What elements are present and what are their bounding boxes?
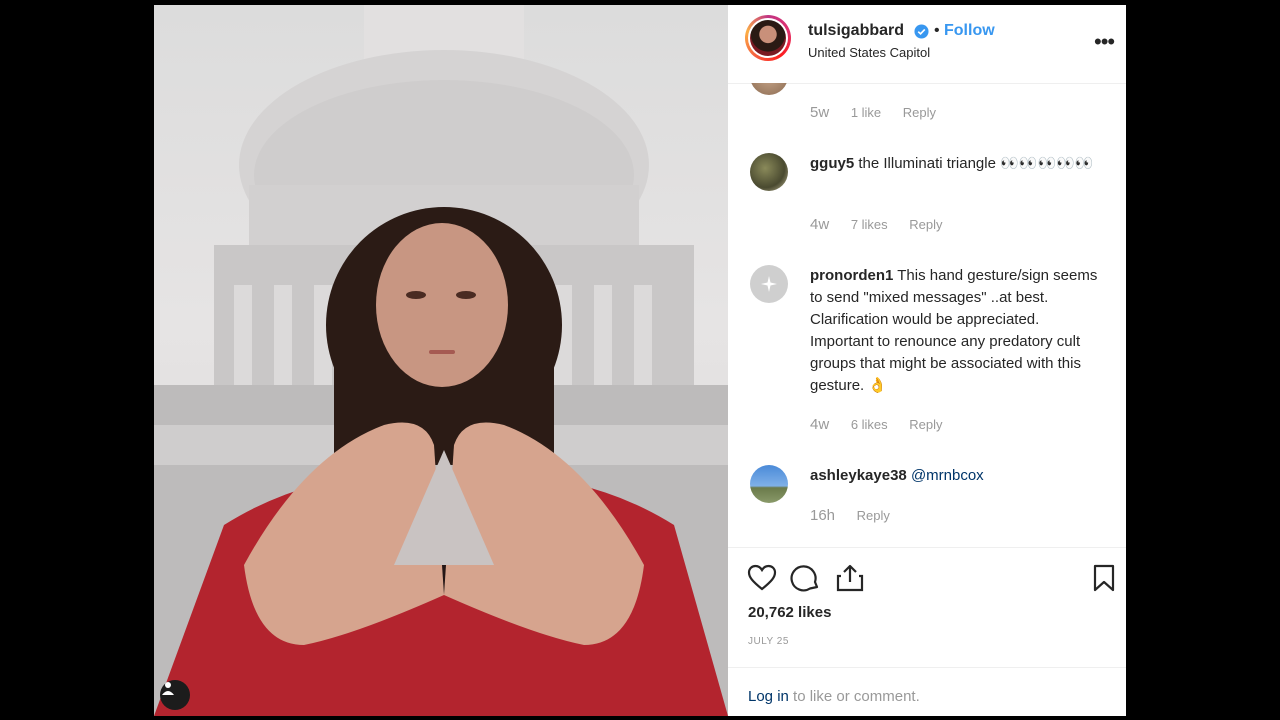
user-tag-button[interactable]: [160, 680, 190, 710]
login-prompt: Log in to like or comment.: [748, 688, 920, 705]
reply-button[interactable]: Reply: [857, 508, 890, 523]
reply-button[interactable]: Reply: [903, 105, 936, 120]
comment-text: gguy5 the Illuminati triangle 👀👀👀👀👀: [810, 153, 1100, 175]
comment-time: 4w: [810, 416, 830, 433]
comment-time: 5w: [810, 104, 830, 121]
commenter-avatar[interactable]: [750, 153, 788, 191]
reply-button[interactable]: Reply: [909, 417, 942, 432]
comment-likes[interactable]: 1 like: [851, 105, 881, 120]
login-bar: Log in to like or comment.: [728, 667, 1126, 716]
post-side-panel: tulsigabbard • Follow United States Capi…: [728, 5, 1126, 716]
separator-dot: •: [934, 22, 940, 39]
post-photo[interactable]: [154, 5, 728, 716]
commenter-avatar[interactable]: [750, 83, 788, 95]
photo-illustration: [154, 5, 728, 716]
follow-button[interactable]: Follow: [944, 22, 995, 40]
commenter-avatar[interactable]: [750, 465, 788, 503]
comment-time: 4w: [810, 216, 830, 233]
more-options-icon[interactable]: •••: [1094, 29, 1115, 55]
comment-text: ashleykaye38 @mrnbcox: [810, 465, 1100, 487]
comment-meta: 16h Reply: [810, 507, 908, 524]
login-prompt-rest: to like or comment.: [788, 688, 920, 705]
commenter-username[interactable]: ashleykaye38: [810, 467, 907, 484]
comment-meta: 5w 1 like Reply: [810, 104, 954, 121]
post-date[interactable]: JULY 25: [748, 636, 789, 647]
commenter-avatar[interactable]: [750, 265, 788, 303]
comment-likes[interactable]: 7 likes: [851, 217, 888, 232]
post-actions: 20,762 likes JULY 25: [728, 547, 1126, 668]
verified-badge-icon: [914, 24, 929, 39]
likes-count[interactable]: 20,762 likes: [748, 604, 831, 621]
user-tag-icon: [162, 682, 174, 695]
reply-button[interactable]: Reply: [909, 217, 942, 232]
commenter-username[interactable]: gguy5: [810, 155, 854, 172]
default-avatar-icon: [761, 276, 777, 292]
comment-time: 16h: [810, 507, 836, 524]
comment-body: This hand gesture/sign seems to send "mi…: [810, 267, 1098, 394]
comment-likes[interactable]: 6 likes: [851, 417, 888, 432]
bookmark-icon[interactable]: [1088, 562, 1120, 594]
heart-icon[interactable]: [746, 562, 778, 594]
comment-mention[interactable]: @mrnbcox: [911, 467, 984, 484]
comment-icon[interactable]: [790, 562, 822, 594]
comment-body: the Illuminati triangle 👀👀👀👀👀: [858, 155, 1094, 172]
post-location[interactable]: United States Capitol: [808, 45, 930, 60]
comment-meta: 4w 7 likes Reply: [810, 216, 961, 233]
author-avatar[interactable]: [745, 15, 791, 61]
comment-text: pronorden1 This hand gesture/sign seems …: [810, 265, 1100, 397]
instagram-post: tulsigabbard • Follow United States Capi…: [154, 5, 1126, 716]
post-header: tulsigabbard • Follow United States Capi…: [728, 5, 1126, 84]
avatar-image: [750, 20, 786, 56]
commenter-username[interactable]: pronorden1: [810, 267, 893, 284]
author-username[interactable]: tulsigabbard: [808, 22, 904, 40]
login-link[interactable]: Log in: [748, 688, 789, 705]
comments-list: 5w 1 like Reply gguy5 the Illuminati tri…: [728, 83, 1126, 545]
comment-meta: 4w 6 likes Reply: [810, 416, 961, 433]
share-icon[interactable]: [834, 562, 866, 594]
